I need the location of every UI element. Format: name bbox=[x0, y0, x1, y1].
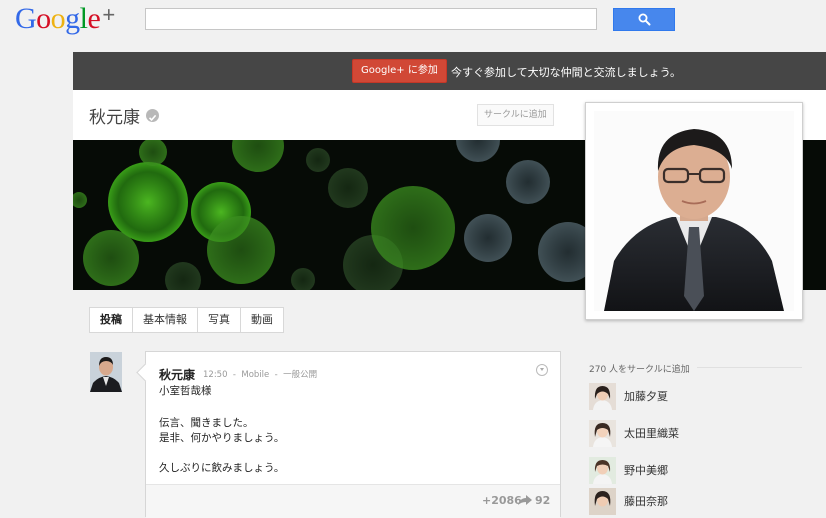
circles-divider bbox=[697, 367, 802, 368]
verified-icon bbox=[146, 109, 159, 122]
profile-name: 秋元康 bbox=[89, 108, 140, 128]
circle-person-row[interactable]: 藤田奈那 bbox=[589, 487, 668, 515]
join-message: 今すぐ参加して大切な仲間と交流しましょう。 bbox=[451, 66, 682, 79]
circle-person-avatar bbox=[589, 456, 616, 484]
post-via: Mobile bbox=[241, 370, 270, 380]
profile-photo[interactable] bbox=[585, 102, 803, 320]
circle-person-avatar bbox=[589, 419, 616, 447]
logo-letter-3: o bbox=[50, 2, 66, 35]
circle-person-avatar bbox=[589, 382, 616, 410]
circle-person-name: 太田里織菜 bbox=[624, 427, 679, 440]
post-body-line: 伝言、聞きました。 bbox=[159, 417, 254, 429]
circle-person-row[interactable]: 野中美郷 bbox=[589, 456, 668, 484]
profile-portrait-image bbox=[594, 111, 794, 311]
plus-one-count[interactable]: +2086 bbox=[482, 494, 522, 507]
post-body-line: 久しぶりに飲みましょう。 bbox=[159, 462, 285, 474]
post-author-avatar[interactable] bbox=[90, 352, 122, 392]
post-meta: 12:50 - Mobile - 一般公開 bbox=[203, 370, 318, 380]
tab-videos[interactable]: 動画 bbox=[241, 307, 284, 333]
google-plus-logo[interactable]: Google+ bbox=[15, 2, 115, 36]
search-button[interactable] bbox=[613, 8, 675, 31]
circle-person-name: 加藤夕夏 bbox=[624, 390, 668, 403]
logo-letter-1: G bbox=[15, 2, 37, 35]
post-author-name[interactable]: 秋元康 bbox=[159, 366, 195, 383]
circles-heading: 270 人をサークルに追加 bbox=[589, 365, 690, 375]
join-google-plus-button[interactable]: Google+ に参加 bbox=[352, 59, 447, 83]
tab-about[interactable]: 基本情報 bbox=[133, 307, 198, 333]
tab-photos[interactable]: 写真 bbox=[198, 307, 241, 333]
logo-letter-2: o bbox=[36, 2, 51, 35]
logo-letter-5: l bbox=[79, 2, 88, 35]
circle-person-name: 野中美郷 bbox=[624, 464, 668, 477]
post-visibility: 一般公開 bbox=[283, 370, 318, 380]
circle-person-name: 藤田奈那 bbox=[624, 495, 668, 508]
add-to-circle-button[interactable]: サークルに追加 bbox=[477, 104, 554, 126]
join-banner bbox=[73, 52, 826, 90]
logo-letter-4: g bbox=[65, 2, 80, 35]
tab-posts[interactable]: 投稿 bbox=[89, 307, 133, 333]
search-input[interactable] bbox=[145, 8, 597, 30]
search-icon bbox=[638, 13, 650, 26]
post-body-line: 小室哲哉様 bbox=[159, 385, 212, 397]
logo-letter-6: e bbox=[87, 2, 101, 35]
circle-person-avatar bbox=[589, 487, 616, 515]
profile-tabs: 投稿 基本情報 写真 動画 bbox=[89, 307, 284, 333]
circle-person-row[interactable]: 太田里織菜 bbox=[589, 419, 679, 447]
circle-person-row[interactable]: 加藤夕夏 bbox=[589, 382, 668, 410]
share-icon[interactable] bbox=[518, 494, 532, 506]
post-time[interactable]: 12:50 bbox=[203, 370, 228, 380]
logo-plus: + bbox=[102, 2, 115, 27]
share-count[interactable]: 92 bbox=[535, 494, 550, 507]
post-menu-icon[interactable] bbox=[536, 364, 548, 376]
post-body-line: 是非、何かやりましょう。 bbox=[159, 432, 285, 444]
